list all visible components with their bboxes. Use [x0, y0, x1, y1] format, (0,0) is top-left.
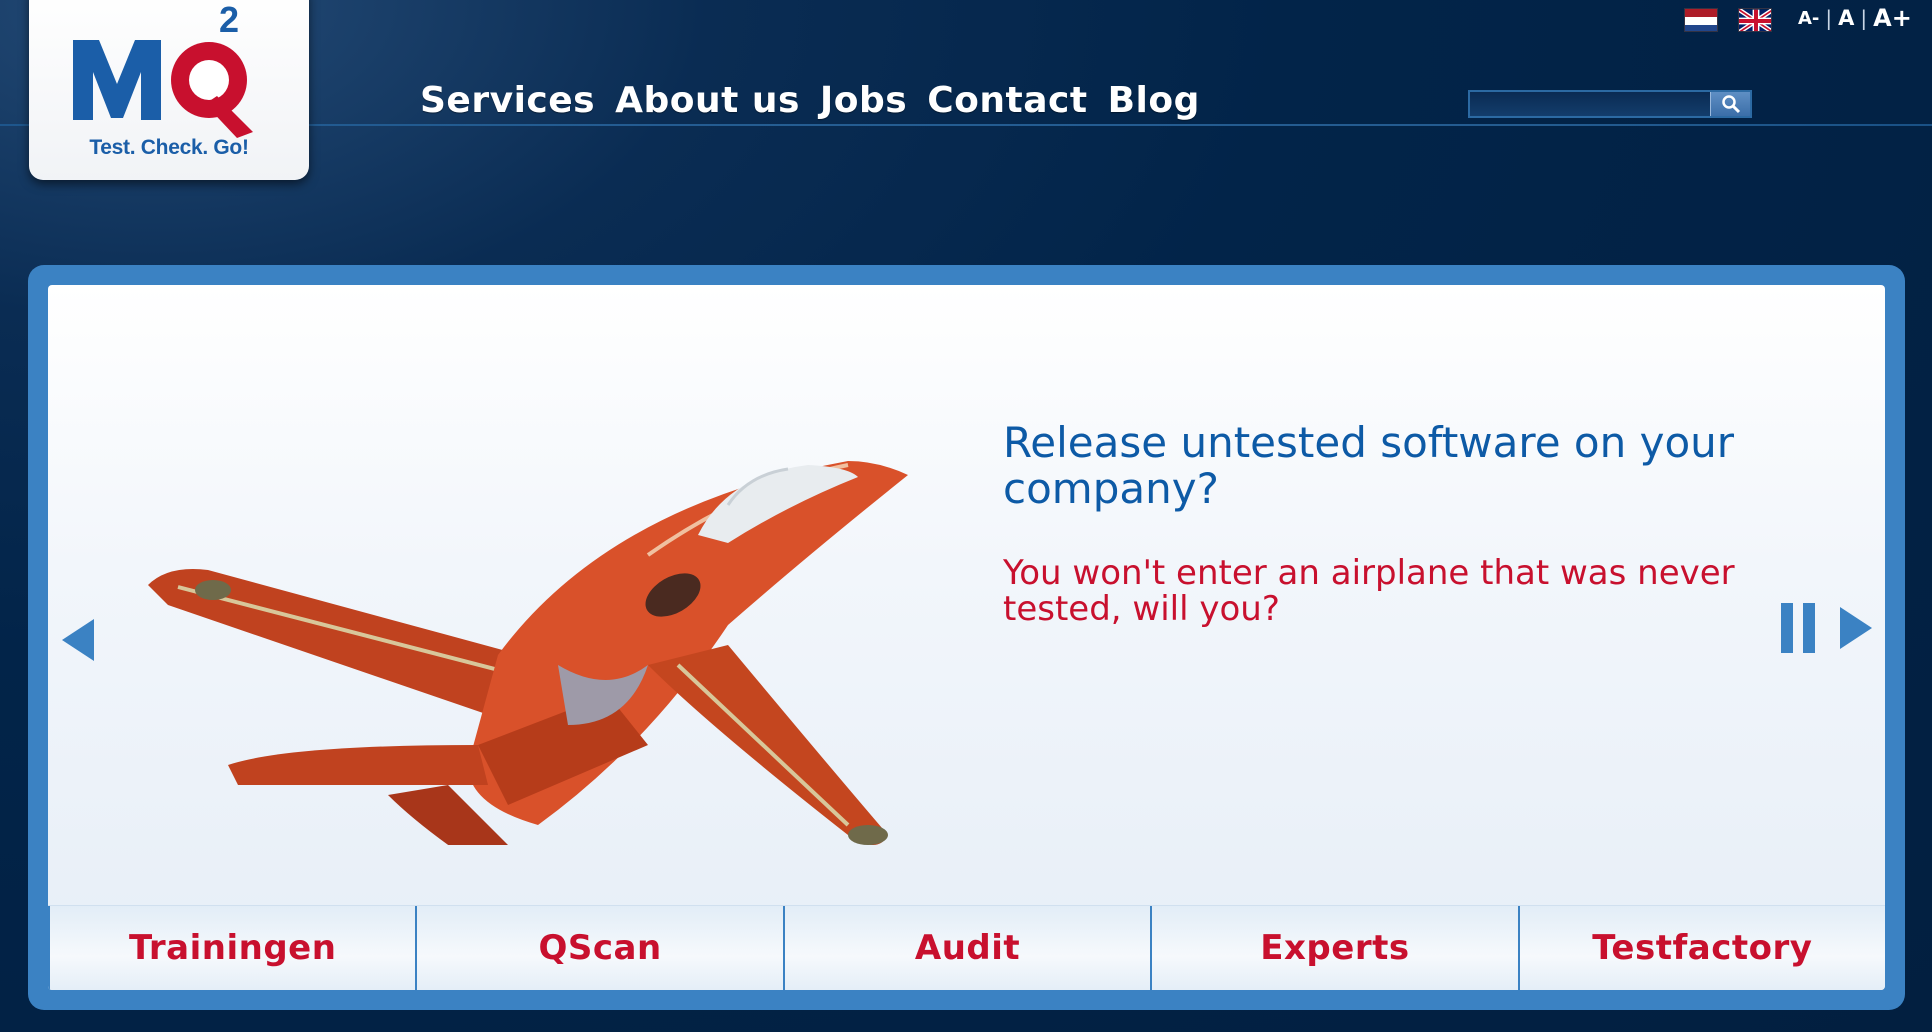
- triangle-left-icon[interactable]: [58, 615, 98, 665]
- tab-audit[interactable]: Audit: [782, 906, 1150, 990]
- triangle-right-icon[interactable]: [1836, 603, 1876, 653]
- nav-item-jobs[interactable]: Jobs: [820, 80, 907, 121]
- font-decrease-button[interactable]: A-: [1798, 8, 1819, 29]
- separator: |: [1860, 6, 1868, 30]
- logo-mark: 2: [73, 0, 253, 138]
- pause-icon[interactable]: [1781, 603, 1815, 653]
- nav-item-about-us[interactable]: About us: [615, 80, 800, 121]
- red-jet-airplane-image: [148, 461, 908, 845]
- netherlands-flag-icon[interactable]: [1684, 8, 1718, 32]
- font-increase-button[interactable]: A+: [1873, 4, 1912, 32]
- tab-qscan[interactable]: QScan: [415, 906, 782, 990]
- main-nav: Services About us Jobs Contact Blog: [420, 80, 1220, 121]
- logo-tagline: Test. Check. Go!: [89, 136, 249, 159]
- nav-item-contact[interactable]: Contact: [927, 80, 1087, 121]
- service-tabs: Trainingen QScan Audit Experts Testfacto…: [48, 905, 1885, 990]
- logo[interactable]: 2 Test. Check. Go!: [29, 0, 309, 180]
- nav-item-blog[interactable]: Blog: [1108, 80, 1200, 121]
- magnifier-icon: [1721, 95, 1740, 114]
- slideshow-inner: Release untested software on your compan…: [48, 285, 1885, 990]
- tab-trainingen[interactable]: Trainingen: [48, 906, 415, 990]
- logo-superscript: 2: [219, 0, 239, 40]
- tab-testfactory[interactable]: Testfactory: [1517, 906, 1885, 990]
- language-switcher: [1684, 8, 1772, 32]
- font-size-controls: A- | A | A+: [1798, 4, 1912, 32]
- nav-item-services[interactable]: Services: [420, 80, 595, 121]
- search-button[interactable]: [1710, 92, 1750, 116]
- slideshow-panel: Release untested software on your compan…: [28, 265, 1905, 1010]
- uk-flag-icon[interactable]: [1738, 8, 1772, 32]
- search-box: [1468, 90, 1752, 118]
- search-input[interactable]: [1470, 92, 1710, 116]
- slide-subline: You won't enter an airplane that was nev…: [1003, 553, 1735, 629]
- separator: |: [1825, 6, 1833, 30]
- tab-experts[interactable]: Experts: [1150, 906, 1517, 990]
- slide-headline: Release untested software on your compan…: [1003, 418, 1735, 513]
- font-normal-button[interactable]: A: [1838, 6, 1854, 30]
